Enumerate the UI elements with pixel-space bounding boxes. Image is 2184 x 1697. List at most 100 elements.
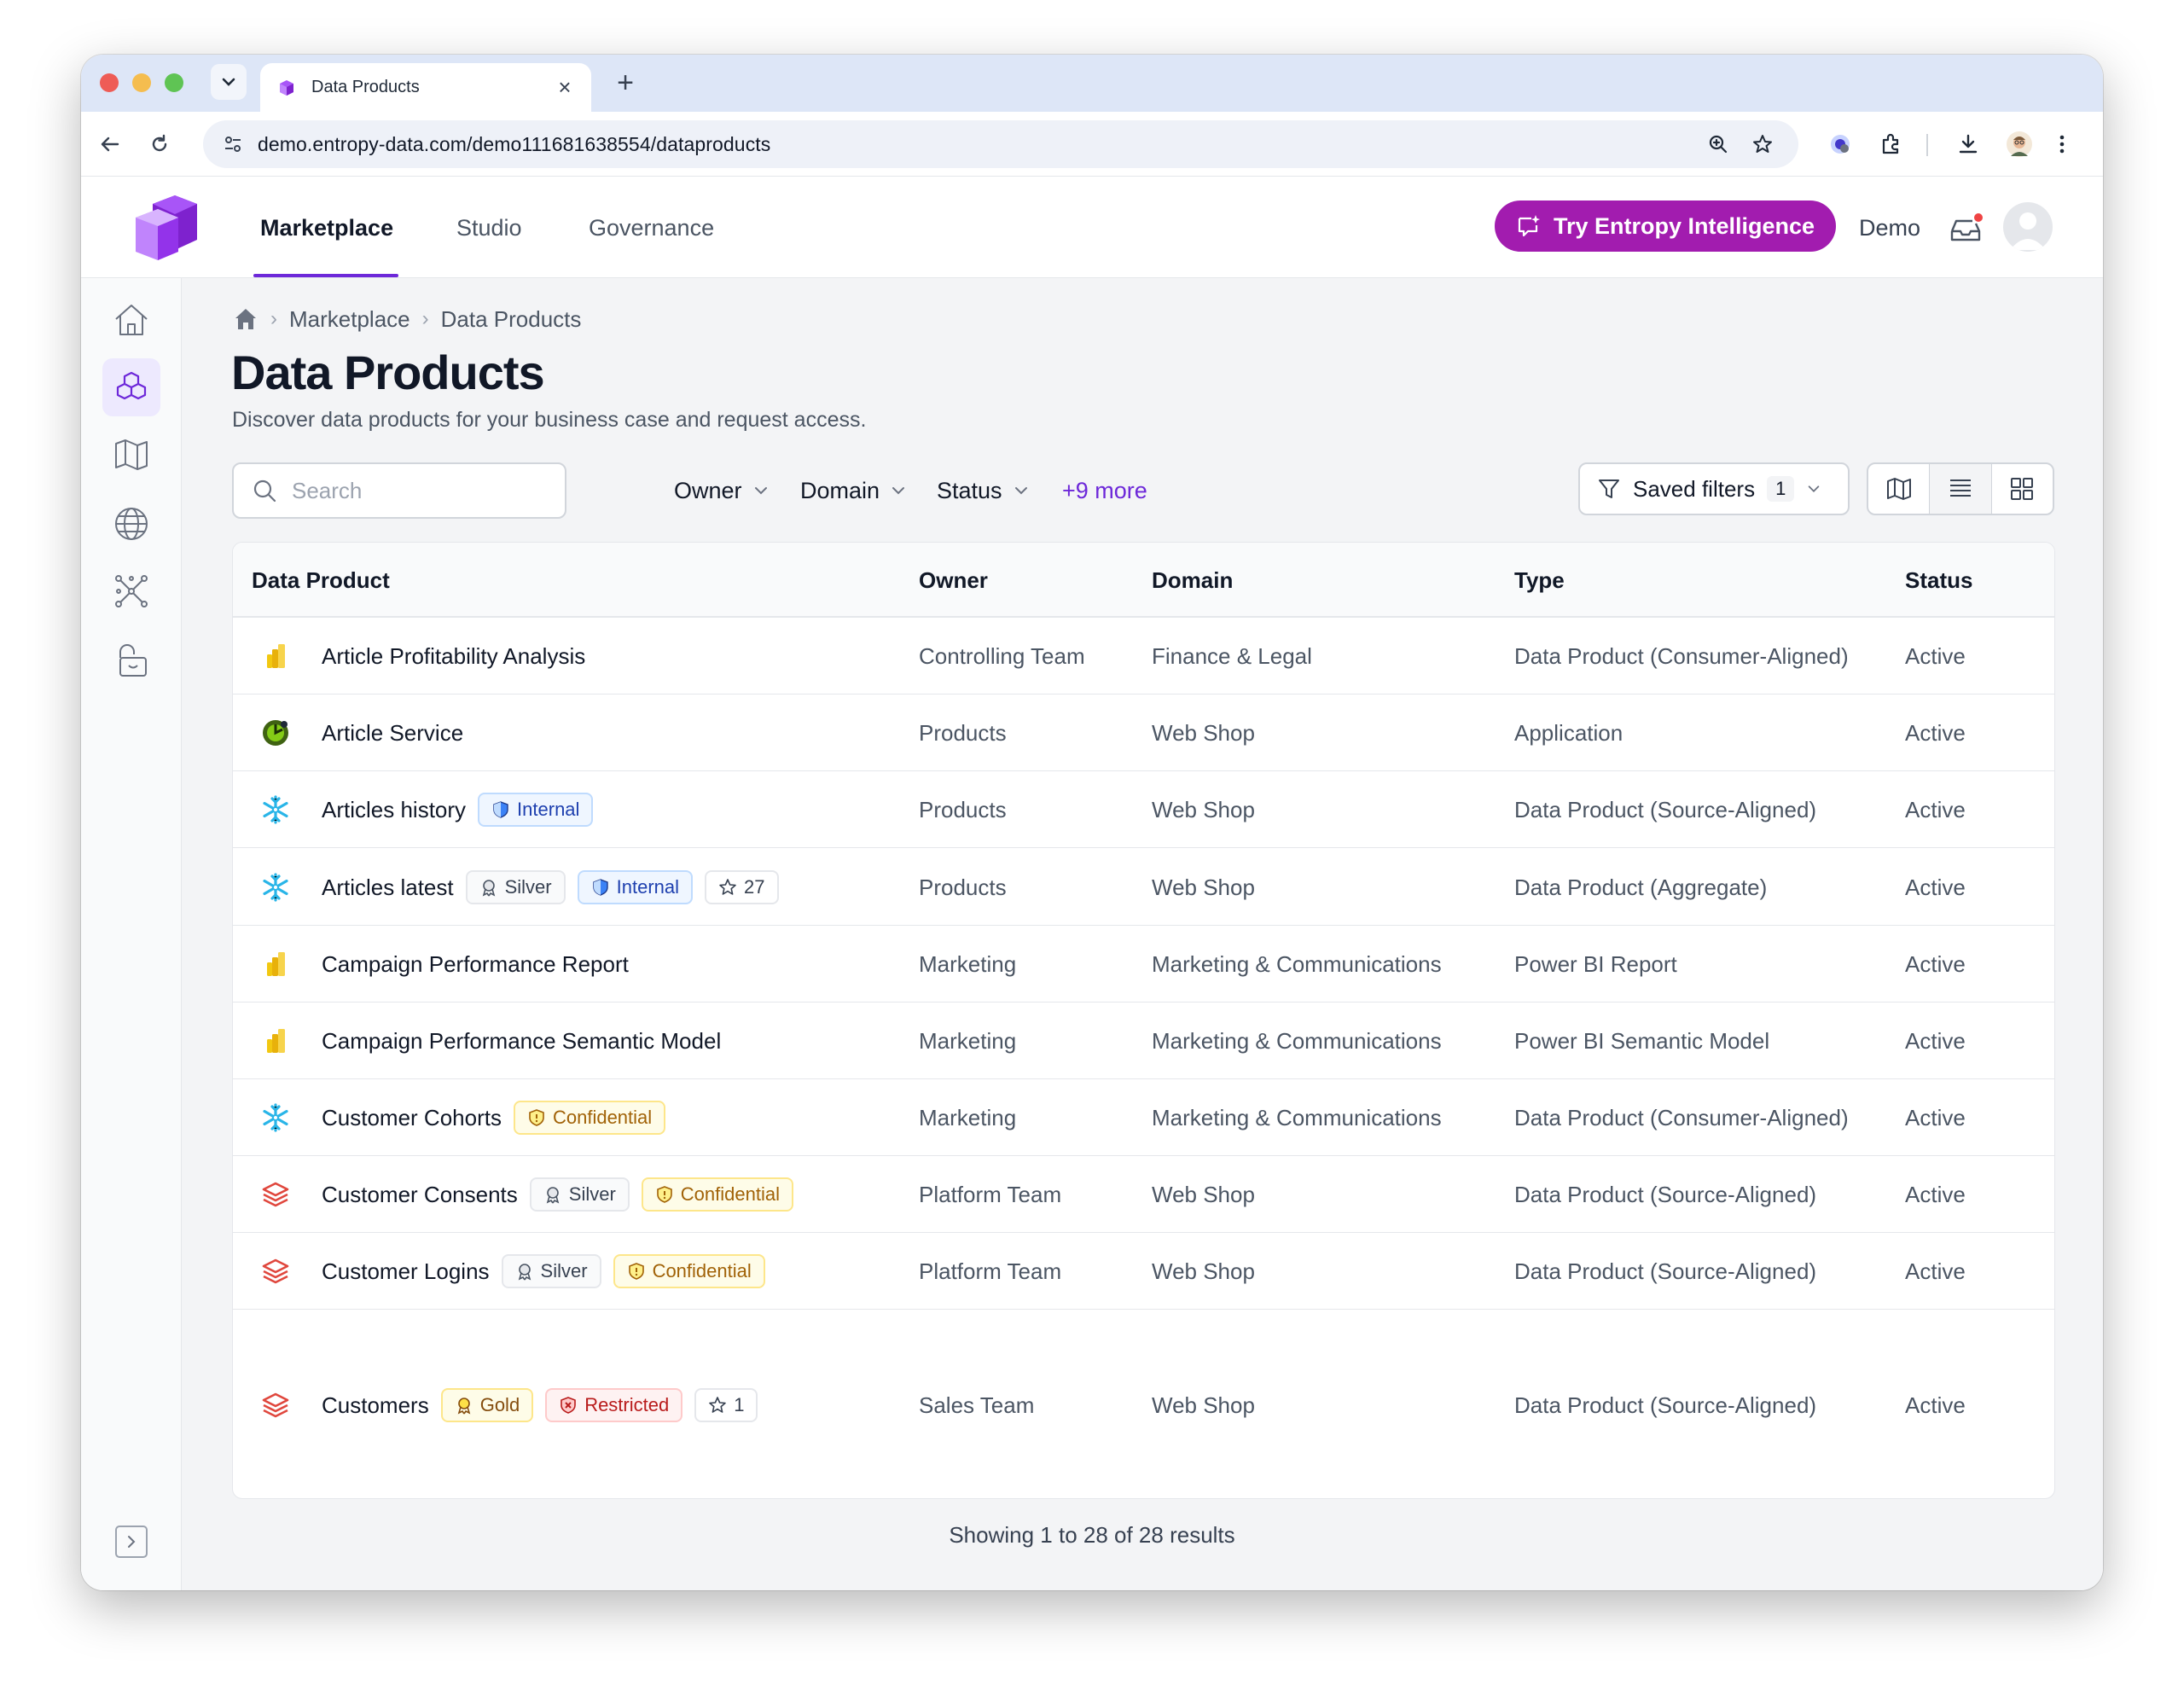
close-window-button[interactable] — [100, 73, 119, 92]
org-switcher[interactable]: Demo — [1859, 211, 1920, 245]
data-product-name[interactable]: Customer Cohorts — [322, 1101, 502, 1135]
profile-avatar-icon[interactable] — [2001, 125, 2038, 163]
data-product-name[interactable]: Customers — [322, 1388, 429, 1422]
saved-filters-button[interactable]: Saved filters 1 — [1578, 462, 1850, 515]
browser-menu-icon[interactable] — [2043, 125, 2081, 163]
domain-cell: Web Shop — [1152, 1182, 1255, 1207]
shield-icon — [592, 879, 608, 896]
data-product-cell: Customer Logins Silver Confidential — [322, 1254, 765, 1288]
badge-label: Internal — [517, 799, 580, 820]
breadcrumb-marketplace[interactable]: Marketplace — [289, 306, 410, 333]
sidebar — [81, 278, 182, 1590]
confidential-badge: Confidential — [613, 1254, 765, 1288]
tab-title: Data Products — [311, 78, 420, 96]
inbox-button[interactable] — [1945, 207, 1986, 248]
data-product-name[interactable]: Articles latest — [322, 870, 454, 904]
grid-view-button[interactable] — [1992, 464, 2053, 514]
column-header-data-product[interactable]: Data Product — [252, 563, 390, 597]
table-row[interactable]: Customers Gold Restricted 1 Sales Team Web Sh… — [233, 1310, 2054, 1498]
table-row[interactable]: Articles history Internal Products Web Shop… — [233, 771, 2054, 848]
shield-icon — [493, 801, 508, 818]
shield-alert-icon — [628, 1263, 644, 1280]
data-product-name[interactable]: Article Service — [322, 716, 463, 750]
new-tab-button[interactable]: + — [608, 67, 642, 100]
sidebar-item-data-products[interactable] — [102, 358, 160, 416]
table-row[interactable]: Articles latest Silver Internal 27 Products W… — [233, 848, 2054, 926]
zoom-icon[interactable] — [1699, 125, 1737, 163]
breadcrumb-data-products[interactable]: Data Products — [441, 306, 582, 333]
owner-cell: Marketing — [919, 1105, 1017, 1130]
data-product-name[interactable]: Articles history — [322, 793, 466, 827]
sidebar-item-home[interactable] — [102, 291, 160, 349]
search-field[interactable] — [232, 462, 566, 519]
domain-cell: Web Shop — [1152, 1392, 1255, 1418]
more-filters-link[interactable]: +9 more — [1062, 473, 1147, 509]
badge-label: Confidential — [552, 1107, 653, 1128]
user-avatar[interactable] — [2003, 202, 2053, 252]
data-product-name[interactable]: Customer Consents — [322, 1177, 518, 1212]
column-header-owner[interactable]: Owner — [919, 563, 988, 597]
site-settings-icon[interactable] — [220, 131, 246, 157]
sidebar-item-lineage[interactable] — [102, 562, 160, 620]
table-row[interactable]: Customer Logins Silver Confidential Platfor… — [233, 1233, 2054, 1310]
data-product-cell: Customer Consents Silver Confidential — [322, 1177, 793, 1212]
data-product-name[interactable]: Customer Logins — [322, 1254, 490, 1288]
table-row[interactable]: Campaign Performance Semantic Model Marke… — [233, 1003, 2054, 1079]
nav-tab-studio[interactable]: Studio — [456, 211, 522, 245]
ai-button-label: Try Entropy Intelligence — [1553, 212, 1815, 239]
address-bar[interactable]: demo.entropy-data.com/demo111681638554/d… — [203, 120, 1798, 168]
table-row[interactable]: Article Service Products Web Shop Applicati… — [233, 694, 2054, 771]
star-badge: 27 — [705, 870, 779, 904]
column-header-domain[interactable]: Domain — [1152, 563, 1233, 597]
badge-label: Internal — [616, 876, 680, 898]
databricks-icon — [260, 1179, 291, 1210]
try-entropy-intelligence-button[interactable]: Try Entropy Intelligence — [1495, 201, 1836, 252]
sidebar-item-map[interactable] — [102, 426, 160, 484]
unlock-icon — [119, 644, 147, 677]
status-filter-dropdown[interactable]: Status — [937, 473, 1030, 509]
column-header-type[interactable]: Type — [1514, 563, 1565, 597]
tab-close-icon[interactable]: × — [554, 74, 576, 101]
sidebar-item-global[interactable] — [102, 495, 160, 553]
home-icon[interactable] — [233, 306, 258, 332]
entropy-favicon-icon — [280, 79, 293, 96]
status-cell: Active — [1905, 797, 1966, 822]
table-row[interactable]: Customer Consents Silver Confidential Platf… — [233, 1156, 2054, 1233]
badge-label: Silver — [504, 876, 552, 898]
map-view-button[interactable] — [1868, 464, 1931, 514]
owner-cell: Products — [919, 875, 1007, 900]
data-product-name[interactable]: Campaign Performance Report — [322, 947, 629, 981]
entropy-logo-icon[interactable] — [132, 194, 199, 262]
badge-label: Gold — [479, 1394, 520, 1415]
nav-tab-marketplace[interactable]: Marketplace — [260, 211, 393, 245]
list-view-button[interactable] — [1930, 464, 1992, 514]
column-header-status[interactable]: Status — [1905, 563, 1972, 597]
minimize-window-button[interactable] — [132, 73, 151, 92]
bookmark-star-icon[interactable] — [1744, 125, 1781, 163]
tab-search-button[interactable] — [211, 64, 247, 100]
owner-filter-dropdown[interactable]: Owner — [674, 473, 770, 509]
table-row[interactable]: Campaign Performance Report Marketing Mark… — [233, 926, 2054, 1003]
badge-label: Silver — [568, 1183, 616, 1205]
star-badge: 1 — [694, 1388, 758, 1422]
download-icon[interactable] — [1949, 125, 1987, 163]
domain-filter-dropdown[interactable]: Domain — [800, 473, 907, 509]
table-row[interactable]: Article Profitability Analysis Controllin… — [233, 618, 2054, 694]
back-button[interactable] — [91, 125, 129, 163]
extension-icon[interactable] — [1821, 125, 1859, 163]
browser-tab-active[interactable]: Data Products × — [260, 63, 591, 112]
data-product-name[interactable]: Article Profitability Analysis — [322, 639, 585, 673]
data-product-cell: Articles history Internal — [322, 793, 594, 827]
page-subtitle: Discover data products for your business… — [232, 408, 867, 432]
sidebar-item-access[interactable] — [102, 631, 160, 689]
search-input[interactable] — [292, 477, 548, 504]
reload-button[interactable] — [141, 125, 178, 163]
data-product-name[interactable]: Campaign Performance Semantic Model — [322, 1024, 721, 1058]
owner-cell: Marketing — [919, 951, 1017, 977]
table-row[interactable]: Customer Cohorts Confidential Marketing Mar… — [233, 1079, 2054, 1156]
browser-window: Data Products × + demo.entropy-data.com/… — [81, 55, 2103, 1590]
nav-tab-governance[interactable]: Governance — [589, 211, 714, 245]
app-header: Marketplace Studio Governance Try Entrop… — [81, 177, 2103, 278]
maximize-window-button[interactable] — [165, 73, 183, 92]
extensions-puzzle-icon[interactable] — [1873, 125, 1910, 163]
